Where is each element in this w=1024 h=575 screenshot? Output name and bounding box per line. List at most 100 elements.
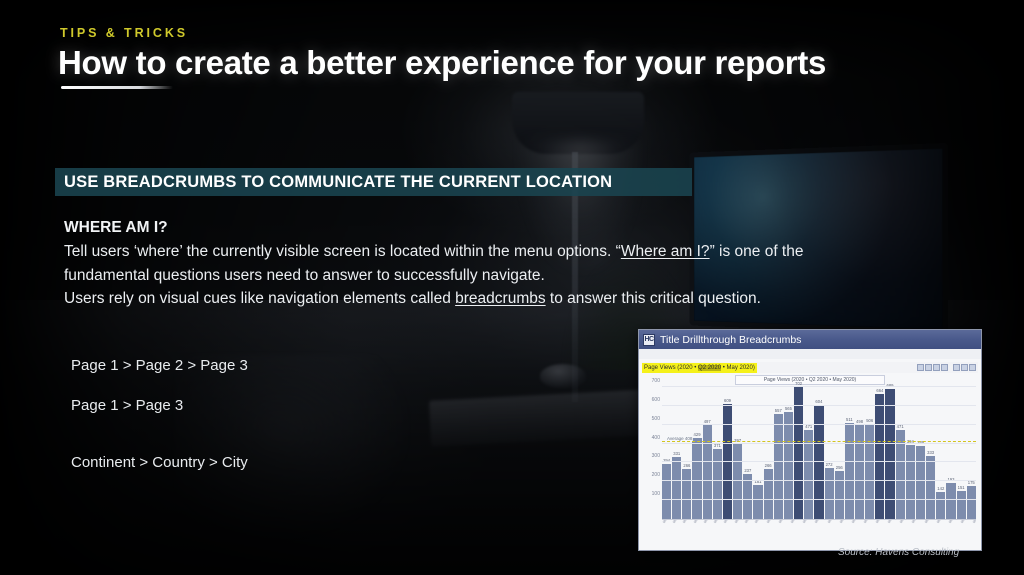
chart-bar-value-label: 557 bbox=[774, 407, 782, 413]
report-sub-bar bbox=[639, 349, 981, 359]
chart-y-axis: 100 200 300 400 500 600 700 bbox=[642, 378, 662, 519]
chart-bar[interactable] bbox=[905, 444, 915, 519]
chart-y-tick: 100 bbox=[651, 491, 660, 498]
chart-bar[interactable] bbox=[936, 492, 946, 519]
section-banner-label: USE BREADCRUMBS TO COMMUNICATE THE CURRE… bbox=[64, 172, 613, 191]
chart-plot-area: 100 200 300 400 500 600 700 294 331 266 429 497 371… bbox=[642, 378, 978, 537]
embedded-report-window[interactable]: HC Title Drillthrough Breadcrumbs Page V… bbox=[638, 329, 982, 551]
chart-title: Page Views (2020 • Q2 2020 • May 2020) bbox=[735, 375, 885, 385]
chart-bar-value-label: 266 bbox=[764, 462, 772, 468]
chart-bar-value-label: 256 bbox=[835, 464, 843, 470]
chart-bar[interactable] bbox=[733, 444, 743, 519]
chart-bar-value-label: 511 bbox=[846, 416, 853, 422]
breadcrumb-example-1: Page 1 > Page 2 > Page 3 bbox=[71, 357, 248, 374]
export-icon[interactable] bbox=[925, 364, 932, 371]
chart-bar-value-label: 371 bbox=[713, 443, 721, 449]
slide: TIPS & TRICKS How to create a better exp… bbox=[0, 0, 1024, 575]
chart-bar-value-label: 565 bbox=[784, 406, 792, 412]
chart-bar[interactable] bbox=[662, 463, 672, 519]
body-subhead: WHERE AM I? bbox=[64, 219, 168, 236]
breadcrumbs-term-underlined: breadcrumbs bbox=[455, 290, 546, 307]
breadcrumb-example-3: Continent > Country > City bbox=[71, 454, 248, 471]
paragraph-2-part-a: Users rely on visual cues like navigatio… bbox=[64, 290, 456, 307]
chart-bar[interactable] bbox=[915, 445, 926, 519]
source-attribution: Source: Havens Consulting bbox=[838, 547, 960, 558]
more-icon[interactable] bbox=[941, 364, 948, 371]
chart-bar[interactable] bbox=[753, 484, 763, 519]
page-title: How to create a better experience for yo… bbox=[58, 44, 827, 81]
eyebrow-label: TIPS & TRICKS bbox=[60, 26, 188, 40]
chart-bar[interactable] bbox=[946, 482, 956, 519]
chart-bar-value-label: 151 bbox=[957, 484, 965, 490]
chart-bar-value-label: 664 bbox=[876, 387, 884, 393]
filter-icon[interactable] bbox=[917, 364, 924, 371]
chart-bar[interactable] bbox=[834, 470, 844, 519]
breadcrumb-prefix: Page Views (2020 • bbox=[644, 364, 699, 371]
focus-icon[interactable] bbox=[933, 364, 940, 371]
chart-bar-value-label: 471 bbox=[896, 424, 904, 430]
chart-bar[interactable] bbox=[712, 449, 722, 519]
quoted-question-underlined: Where am I? bbox=[620, 243, 710, 260]
chart-bar-value-label: 266 bbox=[683, 462, 691, 468]
chart-y-tick: 500 bbox=[651, 415, 660, 422]
toolbar-separator bbox=[949, 364, 952, 371]
chart-bar[interactable] bbox=[844, 422, 854, 519]
chart-gridline bbox=[662, 404, 976, 406]
chart-bar-value-label: 429 bbox=[693, 432, 701, 438]
chart-y-tick: 200 bbox=[651, 472, 660, 479]
chart-bar[interactable] bbox=[692, 438, 702, 519]
reset-icon[interactable] bbox=[961, 364, 968, 371]
breadcrumb-example-2: Page 1 > Page 3 bbox=[71, 397, 184, 414]
chart-bar[interactable] bbox=[956, 490, 966, 519]
chart-gridline bbox=[662, 499, 976, 501]
chart-bar[interactable] bbox=[966, 486, 976, 519]
back-icon[interactable] bbox=[953, 364, 960, 371]
chart-bar-value-label: 702 bbox=[795, 380, 803, 386]
chart-bar-value-label: 471 bbox=[805, 424, 813, 430]
chart-bar-value-label: 237 bbox=[744, 468, 752, 474]
chart-x-axis: May 1May 2May 3May 4May 5May 6May 7May 8… bbox=[662, 519, 976, 537]
title-underline-rule bbox=[61, 86, 173, 89]
refresh-icon[interactable] bbox=[969, 364, 976, 371]
chart-average-line bbox=[662, 441, 976, 443]
chart-bar-value-label: 272 bbox=[825, 461, 833, 467]
report-breadcrumb-bar: Page Views (2020 • Q2 2020 • May 2020) bbox=[642, 362, 978, 373]
chart-bar-value-label: 506 bbox=[866, 417, 874, 423]
report-toolbar[interactable] bbox=[917, 364, 978, 371]
chart-bar-value-label: 142 bbox=[937, 486, 945, 492]
chart-bar-value-label: 604 bbox=[815, 399, 823, 405]
paragraph-2-part-c: to answer this critical question. bbox=[545, 290, 761, 307]
chart-bar-value-label: 333 bbox=[927, 450, 935, 456]
chart-bar[interactable] bbox=[672, 456, 682, 519]
report-breadcrumb[interactable]: Page Views (2020 • Q2 2020 • May 2020) bbox=[642, 362, 757, 373]
chart-average-label: Average 408 bbox=[666, 436, 694, 442]
chart-bar[interactable] bbox=[824, 467, 834, 519]
chart-y-tick: 300 bbox=[651, 453, 660, 460]
chart-y-tick: 400 bbox=[651, 434, 660, 441]
chart-bar[interactable] bbox=[702, 425, 712, 519]
breadcrumb-selected-segment[interactable]: Q2 2020 bbox=[698, 364, 722, 371]
chart-gridline bbox=[662, 423, 976, 425]
breadcrumb-suffix: • May 2020) bbox=[721, 364, 755, 371]
paragraph-1-part-a: Tell users ‘where’ the currently visible… bbox=[64, 243, 621, 260]
chart-y-tick: 700 bbox=[651, 378, 660, 384]
chart-gridline bbox=[662, 461, 976, 463]
chart-bar-value-label: 609 bbox=[724, 398, 732, 404]
report-window-title: Title Drillthrough Breadcrumbs bbox=[660, 333, 802, 346]
chart-gridline bbox=[662, 442, 976, 444]
chart-bar[interactable] bbox=[875, 393, 885, 519]
chart-bar[interactable] bbox=[865, 423, 875, 519]
chart-bar[interactable] bbox=[773, 413, 783, 519]
body-copy: Tell users ‘where’ the currently visible… bbox=[64, 240, 864, 311]
chart-bar-value-label: 331 bbox=[673, 450, 681, 456]
chart-bar[interactable] bbox=[854, 425, 865, 519]
chart-y-tick: 600 bbox=[651, 396, 660, 403]
chart-bar[interactable] bbox=[763, 468, 773, 519]
chart-bar[interactable] bbox=[682, 468, 692, 519]
chart-bar[interactable] bbox=[926, 456, 936, 519]
chart-gridline bbox=[662, 386, 976, 387]
report-title-bar: HC Title Drillthrough Breadcrumbs bbox=[639, 330, 981, 349]
app-logo-icon: HC bbox=[643, 333, 655, 346]
report-canvas: Page Views (2020 • Q2 2020 • May 2020) P… bbox=[639, 359, 981, 550]
chart-bar[interactable] bbox=[783, 412, 794, 519]
